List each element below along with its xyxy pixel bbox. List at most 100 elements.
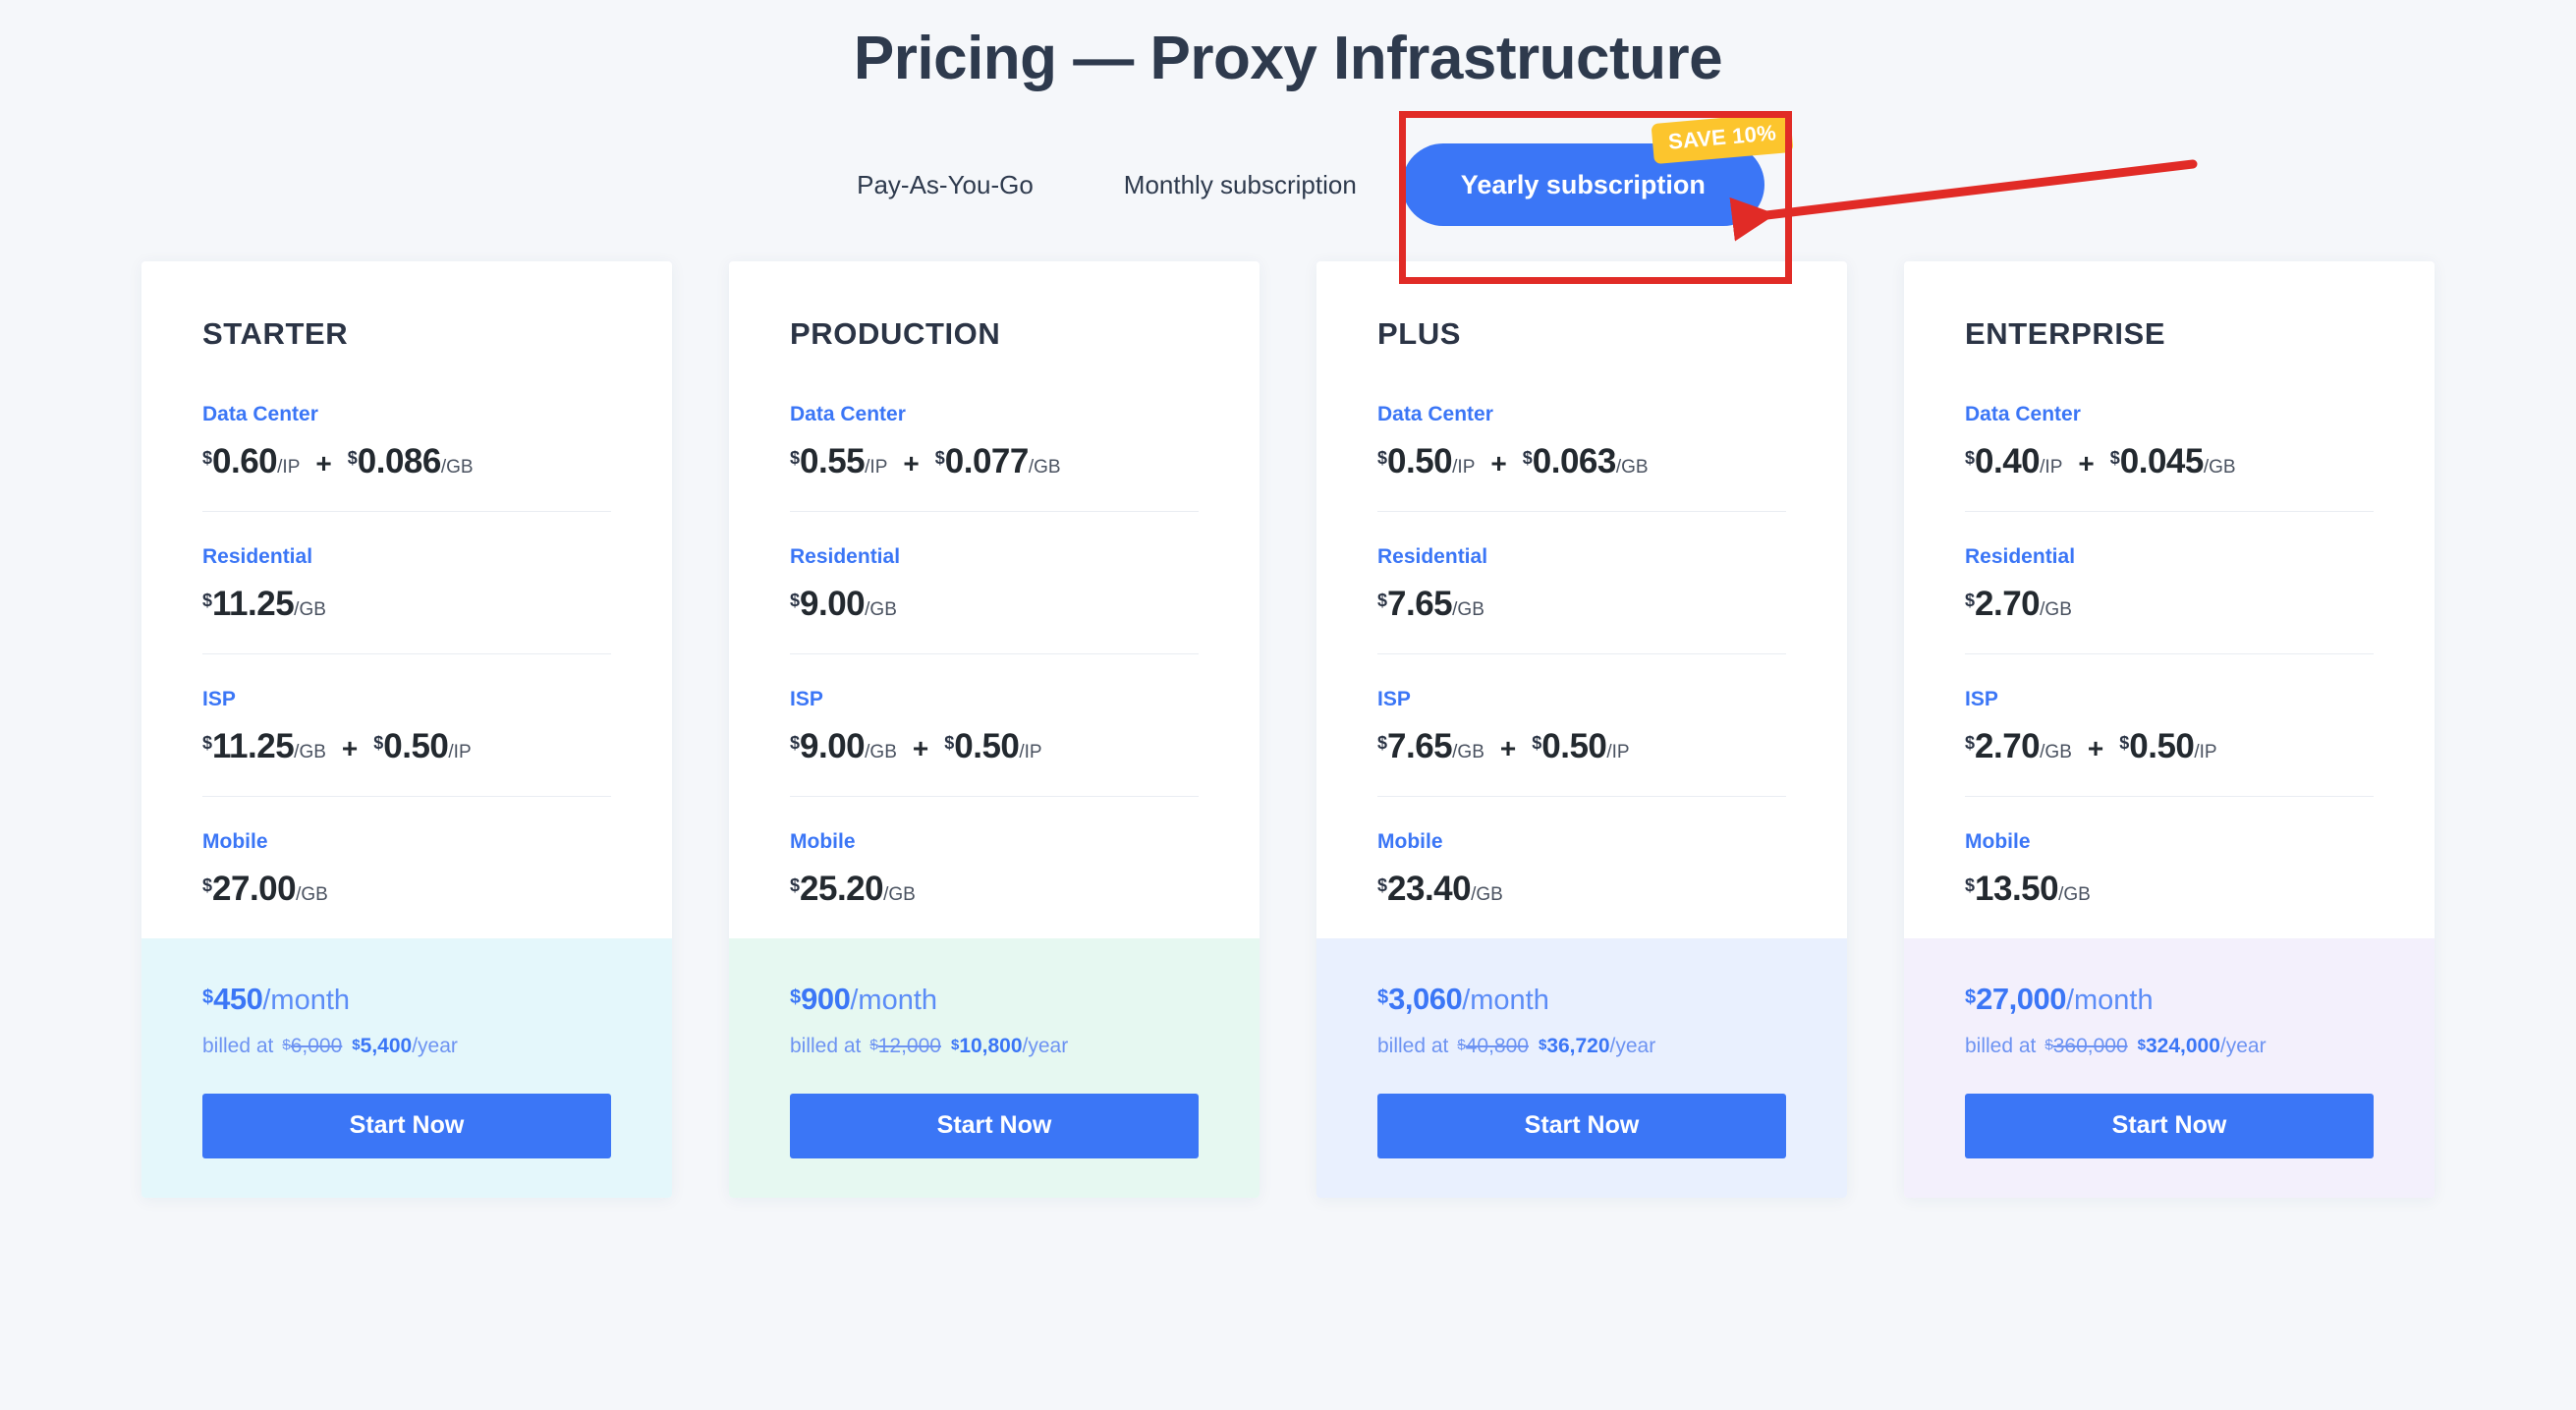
currency-symbol: $ (2109, 448, 2120, 469)
discounted-amount: 36,720 (1546, 1035, 1610, 1058)
currency-symbol: $ (2044, 1037, 2053, 1054)
currency-symbol: $ (790, 875, 801, 896)
pricing-card-production: PRODUCTION Data Center $0.55/IP + $0.077/GB R… (729, 261, 1260, 1199)
billed-prefix: billed at (1965, 1035, 2037, 1058)
original-yearly-price: $40,800 (1457, 1035, 1529, 1058)
currency-symbol: $ (1522, 448, 1533, 469)
proxy-type-label: ISP (1377, 688, 1411, 711)
currency-symbol: $ (2119, 733, 2130, 754)
currency-symbol: $ (1965, 448, 1976, 469)
proxy-type-label: Mobile (1965, 830, 2031, 854)
start-now-button[interactable]: Start Now (1965, 1094, 2374, 1159)
currency-symbol: $ (790, 448, 801, 469)
card-title: STARTER (202, 316, 349, 352)
billed-annually-note: billed at $360,000 $324,000/year (1965, 1035, 2374, 1058)
original-yearly-price: $12,000 (869, 1035, 941, 1058)
original-yearly-price: $6,000 (282, 1035, 342, 1058)
price-value: $0.50/IP (944, 727, 1041, 766)
start-now-button[interactable]: Start Now (202, 1094, 611, 1159)
price-unit: /IP (1019, 742, 1042, 763)
currency-symbol: $ (1377, 987, 1389, 1009)
currency-symbol: $ (944, 733, 955, 754)
price-amount: 2.70 (1975, 727, 2041, 766)
plus-symbol: + (2087, 733, 2104, 764)
discounted-yearly-price: $36,720 (1539, 1035, 1610, 1058)
currency-symbol: $ (790, 591, 801, 611)
currency-symbol: $ (1965, 591, 1976, 611)
currency-symbol: $ (1377, 875, 1388, 896)
price-amount: 0.077 (944, 442, 1030, 481)
price-unit: /GB (1471, 884, 1503, 906)
price-unit: /IP (2040, 457, 2063, 479)
start-now-button[interactable]: Start Now (790, 1094, 1199, 1159)
proxy-price-group: $11.25/GB (202, 585, 611, 624)
card-footer: $27,000/month billed at $360,000 $324,000/y… (1904, 938, 2435, 1199)
price-value: $0.077/GB (935, 442, 1061, 481)
card-footer: $450/month billed at $6,000 $5,400/year Star… (141, 938, 672, 1199)
plus-symbol: + (912, 733, 929, 764)
price-value: $11.25/GB (202, 727, 326, 766)
original-amount: 40,800 (1465, 1035, 1529, 1058)
proxy-type-label: Data Center (1377, 403, 1493, 426)
currency-symbol: $ (202, 987, 214, 1009)
card-body: PRODUCTION Data Center $0.55/IP + $0.077/GB R… (729, 261, 1260, 938)
price-value: $0.50/IP (1532, 727, 1629, 766)
billing-tab-2-wrapper: Monthly subscription (1079, 143, 1402, 226)
proxy-price-group: $0.60/IP + $0.086/GB (202, 442, 611, 481)
billing-tab-pay-as-you-go[interactable]: Pay-As-You-Go (812, 143, 1079, 226)
pricing-cards: STARTER Data Center $0.60/IP + $0.086/GB Resi… (0, 261, 2576, 1199)
proxy-price-group: $27.00/GB (202, 870, 611, 909)
price-value: $0.50/IP (373, 727, 471, 766)
plus-symbol: + (2078, 448, 2095, 479)
price-amount: 0.045 (2119, 442, 2205, 481)
price-amount: 0.50 (2129, 727, 2195, 766)
currency-symbol: $ (1377, 448, 1388, 469)
card-body: ENTERPRISE Data Center $0.40/IP + $0.045/GB R… (1904, 261, 2435, 938)
monthly-amount: 450 (213, 982, 263, 1017)
monthly-period: /month (262, 985, 351, 1017)
monthly-price: $450/month (202, 982, 611, 1017)
price-value: $2.70/GB (1965, 727, 2072, 766)
original-amount: 360,000 (2052, 1035, 2128, 1058)
price-unit: /GB (2040, 599, 2072, 621)
price-value: $0.063/GB (1523, 442, 1649, 481)
price-unit: /IP (2194, 742, 2217, 763)
price-unit: /GB (294, 742, 326, 763)
monthly-amount: 3,060 (1388, 982, 1463, 1017)
plus-symbol: + (341, 733, 359, 764)
proxy-price-group: $2.70/GB (1965, 585, 2374, 624)
billing-tab-monthly-subscription[interactable]: Monthly subscription (1079, 143, 1402, 226)
price-amount: 11.25 (212, 727, 295, 766)
price-value: $0.55/IP (790, 442, 887, 481)
proxy-type-row: ISP $9.00/GB + $0.50/IP (790, 653, 1199, 796)
billed-annually-note: billed at $12,000 $10,800/year (790, 1035, 1199, 1058)
currency-symbol: $ (1965, 875, 1976, 896)
proxy-type-label: Residential (790, 545, 901, 569)
price-unit: /GB (865, 599, 897, 621)
monthly-period: /month (850, 985, 938, 1017)
price-value: $9.00/GB (790, 727, 897, 766)
yearly-period: /year (412, 1035, 458, 1058)
monthly-period: /month (1462, 985, 1549, 1017)
price-unit: /GB (2058, 884, 2091, 906)
price-amount: 0.50 (1541, 727, 1607, 766)
currency-symbol: $ (1377, 591, 1388, 611)
card-title: PLUS (1377, 316, 1462, 352)
start-now-button[interactable]: Start Now (1377, 1094, 1786, 1159)
proxy-type-label: Data Center (1965, 403, 2081, 426)
proxy-type-label: Mobile (1377, 830, 1443, 854)
proxy-type-label: Residential (1965, 545, 2076, 569)
proxy-price-group: $7.65/GB + $0.50/IP (1377, 727, 1786, 766)
price-amount: 23.40 (1387, 870, 1472, 909)
price-amount: 13.50 (1975, 870, 2059, 909)
discounted-amount: 10,800 (959, 1035, 1023, 1058)
proxy-type-label: Data Center (202, 403, 318, 426)
price-value: $0.045/GB (2110, 442, 2236, 481)
proxy-type-label: ISP (790, 688, 823, 711)
price-amount: 0.063 (1532, 442, 1617, 481)
proxy-type-label: Data Center (790, 403, 906, 426)
proxy-price-group: $2.70/GB + $0.50/IP (1965, 727, 2374, 766)
currency-symbol: $ (790, 733, 801, 754)
monthly-price: $900/month (790, 982, 1199, 1017)
proxy-type-row: Data Center $0.50/IP + $0.063/GB (1377, 403, 1786, 511)
